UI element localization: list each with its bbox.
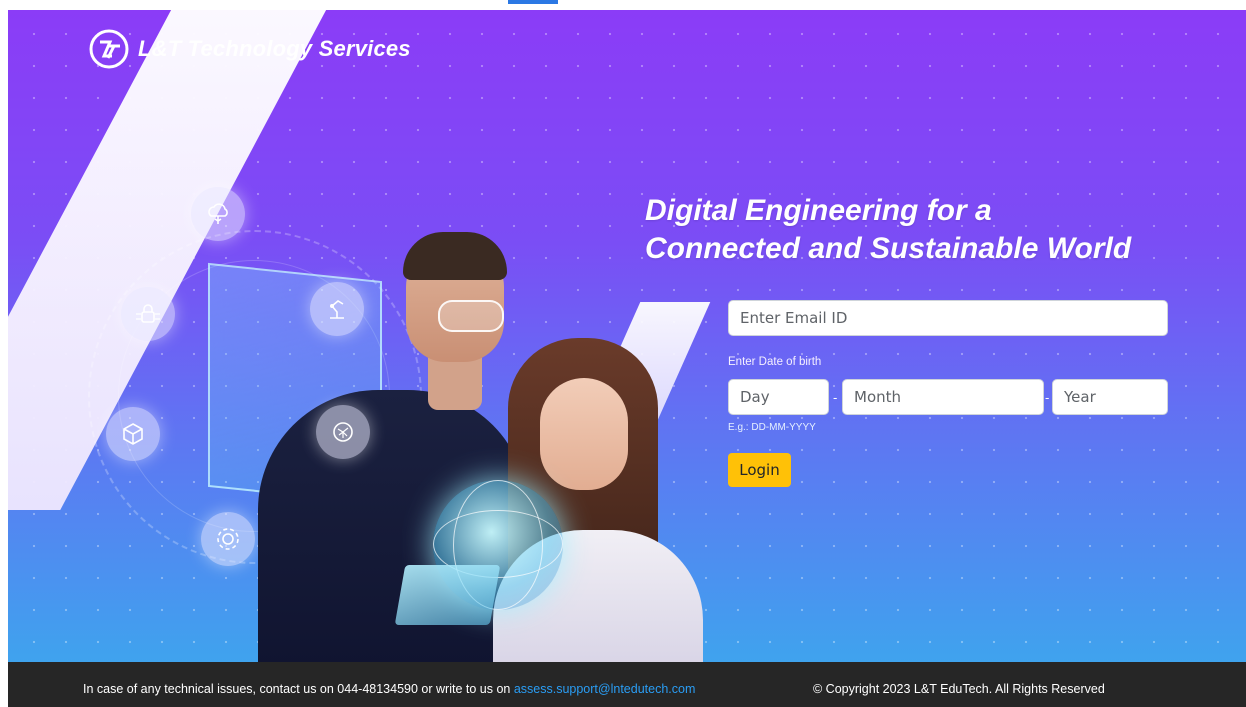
robot-arm-icon (310, 282, 364, 336)
gear-icon (201, 512, 255, 566)
hero-illustration (8, 10, 728, 662)
tablet-device (394, 565, 501, 625)
page-title: Digital Engineering for a Connected and … (645, 192, 1131, 268)
top-accent-bar (508, 0, 558, 4)
woman-face (540, 378, 628, 490)
ar-visor (438, 300, 504, 332)
footer-copyright: © Copyright 2023 L&T EduTech. All Rights… (813, 682, 1105, 696)
email-input[interactable] (728, 300, 1168, 336)
dob-label: Enter Date of birth (728, 356, 822, 368)
dob-month-input[interactable] (842, 379, 1044, 415)
lock-circuit-icon (121, 287, 175, 341)
dob-year-input[interactable] (1052, 379, 1168, 415)
support-email-link[interactable]: assess.support@lntedutech.com (514, 682, 696, 696)
dob-separator: - (1045, 390, 1050, 405)
brain-circuit-icon (316, 405, 370, 459)
dob-separator: - (833, 390, 838, 405)
dob-hint: E.g.: DD-MM-YYYY (728, 422, 816, 433)
dob-day-input[interactable] (728, 379, 829, 415)
footer: In case of any technical issues, contact… (8, 662, 1246, 707)
cube-icon (106, 407, 160, 461)
man-hair (403, 232, 507, 280)
footer-support: In case of any technical issues, contact… (83, 682, 695, 696)
cloud-tree-icon (191, 187, 245, 241)
hero-banner: L&T Technology Services Digital Engineer… (8, 10, 1246, 662)
page-title-line-1: Digital Engineering for a (645, 194, 992, 227)
page-title-line-2: Connected and Sustainable World (645, 232, 1132, 265)
login-button[interactable]: Login (728, 453, 791, 487)
footer-support-text: In case of any technical issues, contact… (83, 682, 511, 696)
